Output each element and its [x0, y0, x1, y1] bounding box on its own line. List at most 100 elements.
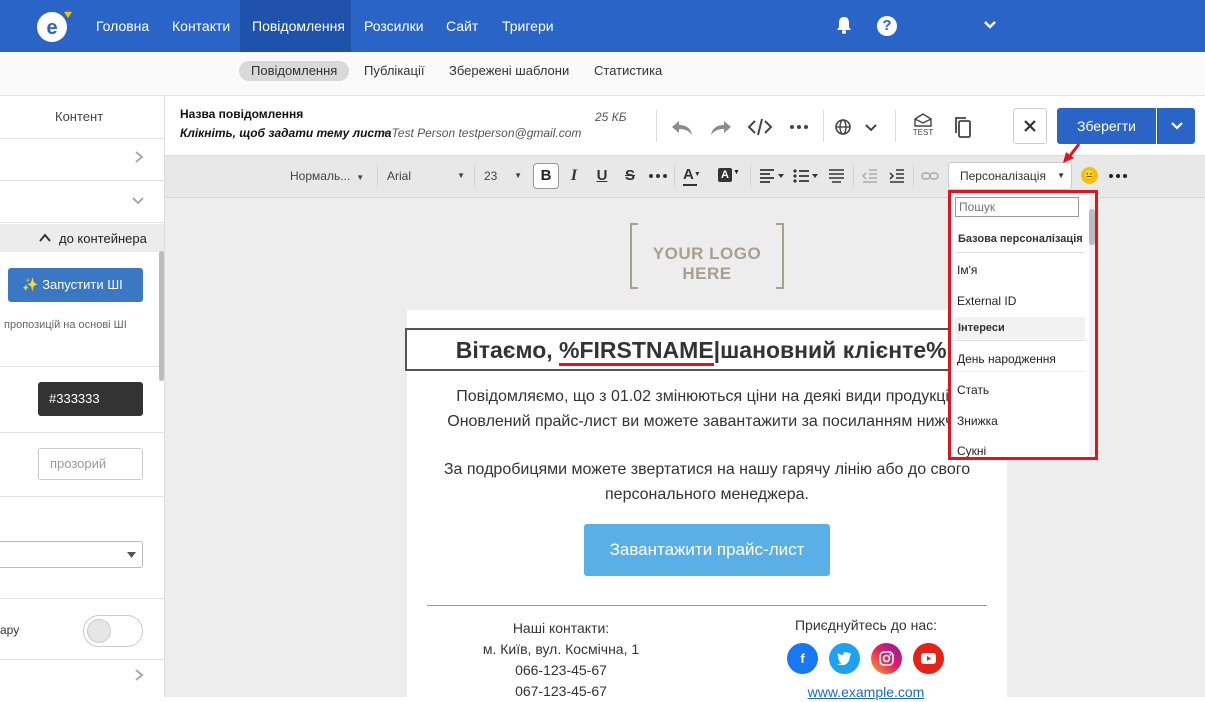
- toggle-label: ару: [0, 623, 20, 637]
- nav-messages[interactable]: Повідомлення: [240, 0, 351, 52]
- youtube-icon[interactable]: [913, 643, 944, 674]
- text-color-picker[interactable]: #333333: [38, 382, 143, 416]
- bell-icon[interactable]: [834, 15, 854, 35]
- chevron-right-icon[interactable]: [133, 150, 145, 164]
- nav-site[interactable]: Сайт: [434, 0, 490, 52]
- personalization-item-name[interactable]: Ім'я: [957, 260, 1085, 280]
- personalization-select[interactable]: Персоналізація ▼: [948, 162, 1072, 190]
- facebook-icon[interactable]: f: [787, 643, 818, 674]
- website-link[interactable]: www.example.com: [736, 684, 996, 700]
- footer-contacts: Наші контакти: м. Київ, вул. Космічна, 1…: [430, 618, 692, 702]
- highlight-color-icon[interactable]: A ▼: [718, 167, 742, 185]
- dropdown-clip: Сукні: [951, 435, 1091, 457]
- bold-button[interactable]: B: [533, 163, 559, 189]
- personalization-item-external-id[interactable]: External ID: [957, 291, 1085, 311]
- account-chevron-down-icon[interactable]: [982, 16, 998, 32]
- subject-hint[interactable]: Клікніть, щоб задати тему листа: [180, 126, 391, 140]
- toggle-switch[interactable]: [83, 615, 143, 647]
- link-icon[interactable]: [921, 169, 939, 183]
- help-icon[interactable]: ?: [877, 16, 897, 36]
- chevron-up-icon[interactable]: [38, 231, 52, 243]
- list-icon[interactable]: [793, 168, 819, 184]
- nav-home[interactable]: Головна: [84, 0, 161, 52]
- logo-icon[interactable]: e: [34, 8, 74, 44]
- personalization-search-input[interactable]: [955, 197, 1079, 217]
- greeting-prefix: Вітаємо,: [455, 337, 560, 363]
- divider: [955, 340, 1085, 341]
- chevron-right-icon[interactable]: [133, 668, 145, 682]
- settings-select[interactable]: [0, 541, 143, 568]
- close-button[interactable]: [1013, 108, 1047, 144]
- code-icon[interactable]: [747, 114, 773, 140]
- font-size-select[interactable]: 23 ▼: [484, 166, 522, 186]
- subnav-statistics[interactable]: Статистика: [582, 61, 674, 81]
- underline-button[interactable]: U: [592, 163, 612, 189]
- left-scrollbar[interactable]: [159, 251, 164, 381]
- subnav-saved-templates[interactable]: Збережені шаблони: [437, 61, 581, 81]
- nav-campaigns[interactable]: Розсилки: [352, 0, 436, 52]
- message-name[interactable]: Назва повідомлення: [180, 107, 303, 121]
- chevron-down-icon[interactable]: [131, 194, 145, 206]
- paragraph-1-line-2: Оновлений прайс-лист ви можете завантажи…: [447, 413, 967, 430]
- globe-icon[interactable]: [830, 114, 856, 140]
- download-price-list-button[interactable]: Завантажити прайс-лист: [584, 524, 830, 576]
- more-format-options-icon[interactable]: [1108, 163, 1128, 189]
- nav-contacts[interactable]: Контакти: [160, 0, 242, 52]
- personalization-item-birthday[interactable]: День народження: [957, 349, 1085, 369]
- subnav-messages[interactable]: Повідомлення: [239, 61, 350, 81]
- subnav-publications[interactable]: Публікації: [352, 61, 436, 81]
- sender-info[interactable]: • Test Person testperson@gmail.com: [384, 126, 581, 140]
- text-color-icon[interactable]: A▼: [683, 163, 709, 189]
- align-icon[interactable]: [759, 168, 785, 184]
- line-height-icon[interactable]: [828, 168, 846, 184]
- undo-icon[interactable]: [669, 114, 695, 140]
- background-color-picker[interactable]: прозорий: [38, 448, 143, 480]
- contacts-phone-2[interactable]: 067-123-45-67: [430, 681, 692, 702]
- run-ai-button[interactable]: ✨ Запустити ШІ: [8, 268, 143, 302]
- save-options-button[interactable]: [1157, 108, 1195, 144]
- dropdown-scrollbar-thumb[interactable]: [1089, 209, 1095, 245]
- more-options-icon[interactable]: [786, 114, 812, 140]
- magic-wand-icon: ✨: [22, 277, 39, 292]
- email-heading-block[interactable]: Вітаємо, %FIRSTNAME|шановний клієнте%!: [405, 328, 1005, 371]
- logo-placeholder[interactable]: YOUR LOGO HERE: [630, 223, 784, 289]
- paragraph-style-select[interactable]: Нормаль... ▼: [290, 166, 364, 186]
- contacts-phone-1[interactable]: 066-123-45-67: [430, 660, 692, 681]
- message-size: 25 КБ: [595, 110, 627, 124]
- more-text-options-icon[interactable]: [648, 163, 668, 189]
- email-paragraph-2[interactable]: За подробицями можете звертатися на нашу…: [410, 457, 1004, 507]
- redo-icon[interactable]: [708, 114, 734, 140]
- divider: [0, 222, 164, 223]
- bullet: •: [384, 126, 392, 140]
- firstname-variable[interactable]: %FIRSTNAME: [559, 337, 714, 366]
- font-size-value: 23: [484, 169, 498, 183]
- emoji-icon[interactable]: 😐: [1081, 167, 1098, 184]
- email-paragraph-1[interactable]: Повідомляємо, що з 01.02 змінюються ціни…: [410, 384, 1004, 434]
- divider: [674, 165, 675, 187]
- paragraph-2-line-2: персонального менеджера.: [605, 486, 809, 503]
- sender-text: Test Person testperson@gmail.com: [391, 126, 582, 140]
- language-chevron-down-icon[interactable]: [858, 114, 884, 140]
- save-button[interactable]: Зберегти: [1057, 108, 1156, 144]
- divider: [0, 180, 164, 181]
- divider: [853, 165, 854, 187]
- instagram-icon[interactable]: [871, 643, 902, 674]
- nav-triggers[interactable]: Тригери: [490, 0, 566, 52]
- personalization-item-gender[interactable]: Стать: [957, 380, 1085, 400]
- outdent-icon[interactable]: [861, 168, 878, 184]
- italic-button[interactable]: I: [565, 163, 583, 189]
- personalization-item-discount[interactable]: Знижка: [957, 411, 1085, 431]
- test-send-button[interactable]: TEST: [909, 113, 937, 141]
- content-tab[interactable]: Контент: [55, 109, 103, 124]
- indent-icon[interactable]: [889, 168, 905, 184]
- copy-icon[interactable]: [950, 114, 976, 140]
- strikethrough-button[interactable]: S: [620, 163, 640, 189]
- dropdown-scrollbar-track[interactable]: [1089, 195, 1095, 455]
- container-label: до контейнера: [59, 231, 147, 246]
- test-label: TEST: [912, 128, 934, 137]
- logo-placeholder-text: YOUR LOGO HERE: [652, 244, 762, 283]
- font-family-select[interactable]: Arial ▼: [387, 166, 465, 186]
- personalization-item-dresses[interactable]: Сукні: [957, 441, 1085, 457]
- divider: [656, 110, 657, 142]
- twitter-icon[interactable]: [829, 643, 860, 674]
